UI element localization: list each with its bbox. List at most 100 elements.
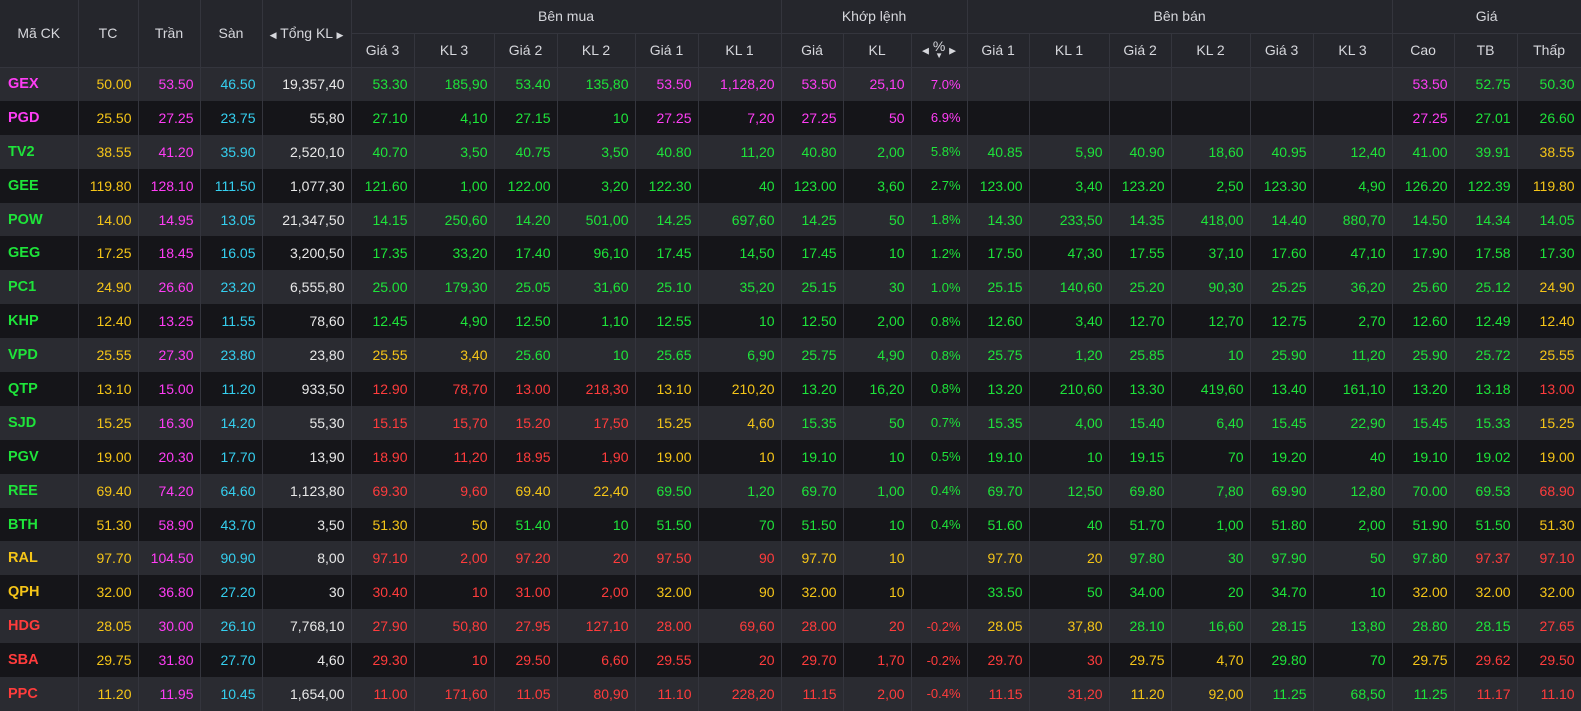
arrow-right-icon[interactable]: ▶	[949, 46, 956, 56]
col-sell-kl3[interactable]: KL 3	[1313, 33, 1393, 68]
symbol-cell[interactable]: QPH	[0, 575, 79, 610]
col-sell-gia1[interactable]: Giá 1	[967, 33, 1030, 68]
avg-price-cell: 52.75	[1454, 67, 1518, 101]
col-sell-gia3[interactable]: Giá 3	[1250, 33, 1314, 68]
stock-row[interactable]: RAL 97.70 104.50 90.90 8,00 97.10 2,00 97.20 20 9…	[0, 541, 1581, 576]
ask-price-cell: 13.30	[1109, 372, 1172, 406]
symbol-cell[interactable]: SBA	[0, 643, 79, 678]
symbol-cell[interactable]: TV2	[0, 134, 79, 169]
col-match-gia[interactable]: Giá	[781, 33, 844, 68]
col-buy-kl1[interactable]: KL 1	[698, 33, 782, 68]
stock-row[interactable]: HDG 28.05 30.00 26.10 7,768,10 27.90 50,80 27.9…	[0, 609, 1581, 644]
col-tong-kl[interactable]: ◀ Tổng KL ▶	[262, 0, 352, 68]
symbol-cell[interactable]: PGD	[0, 100, 79, 135]
ask-volume-cell: 37,10	[1171, 236, 1251, 271]
col-price-tb[interactable]: TB	[1454, 33, 1518, 68]
symbol-cell[interactable]: QTP	[0, 372, 79, 406]
match-change-cell: -0.4%	[911, 677, 968, 711]
ask-volume-cell: 20	[1029, 541, 1110, 576]
col-san[interactable]: Sàn	[200, 0, 263, 68]
symbol-cell[interactable]: PC1	[0, 270, 79, 305]
ask-price-cell: 33.50	[967, 575, 1030, 610]
stock-row[interactable]: REE 69.40 74.20 64.60 1,123,80 69.30 9,60 69.40…	[0, 473, 1581, 508]
avg-price-cell: 11.17	[1454, 677, 1518, 711]
total-volume-cell: 7,768,10	[262, 609, 352, 644]
stock-row[interactable]: PGV 19.00 20.30 17.70 13,90 18.90 11,20 18.95 1,…	[0, 439, 1581, 474]
col-sell-gia2[interactable]: Giá 2	[1109, 33, 1172, 68]
bid-volume-cell: 10	[557, 100, 636, 135]
ask-price-cell: 123.30	[1250, 168, 1314, 203]
col-match-kl[interactable]: KL	[843, 33, 912, 68]
col-price-thap[interactable]: Thấp	[1517, 33, 1581, 68]
col-price-cao[interactable]: Cao	[1392, 33, 1455, 68]
symbol-cell[interactable]: GEX	[0, 67, 79, 101]
symbol-cell[interactable]: BTH	[0, 507, 79, 542]
low-price-cell: 119.80	[1517, 168, 1581, 203]
bid-price-cell: 32.00	[635, 575, 699, 610]
stock-row[interactable]: VPD 25.55 27.30 23.80 23,80 25.55 3,40 25.60 10 2…	[0, 338, 1581, 373]
stock-row[interactable]: KHP 12.40 13.25 11.55 78,60 12.45 4,90 12.50 1,1…	[0, 304, 1581, 339]
stock-row[interactable]: QTP 13.10 15.00 11.20 933,50 12.90 78,70 13.00 2…	[0, 372, 1581, 406]
ref-price-cell: 25.55	[78, 338, 139, 373]
col-buy-gia3[interactable]: Giá 3	[351, 33, 415, 68]
col-buy-kl3[interactable]: KL 3	[414, 33, 495, 68]
col-tran[interactable]: Trần	[138, 0, 201, 68]
col-buy-kl2[interactable]: KL 2	[557, 33, 636, 68]
symbol-cell[interactable]: PPC	[0, 677, 79, 711]
stock-row[interactable]: TV2 38.55 41.20 35.90 2,520,10 40.70 3,50 40.75…	[0, 134, 1581, 169]
bid-volume-cell: 1,00	[414, 168, 495, 203]
ceiling-price-cell: 27.30	[138, 338, 201, 373]
col-buy-gia2[interactable]: Giá 2	[494, 33, 558, 68]
col-sell-kl2[interactable]: KL 2	[1171, 33, 1251, 68]
symbol-cell[interactable]: PGV	[0, 439, 79, 474]
stock-row[interactable]: PC1 24.90 26.60 23.20 6,555,80 25.00 179,30 25.…	[0, 270, 1581, 305]
stock-row[interactable]: SJD 15.25 16.30 14.20 55,30 15.15 15,70 15.20 17…	[0, 405, 1581, 440]
symbol-cell[interactable]: KHP	[0, 304, 79, 339]
stock-row[interactable]: BTH 51.30 58.90 43.70 3,50 51.30 50 51.40 10 51.5…	[0, 507, 1581, 542]
total-volume-cell: 55,30	[262, 405, 352, 440]
symbol-cell[interactable]: SJD	[0, 405, 79, 440]
floor-price-cell: 35.90	[200, 134, 263, 169]
stock-row[interactable]: PPC 11.20 11.95 10.45 1,654,00 11.00 171,60 11.…	[0, 677, 1581, 711]
stock-row[interactable]: SBA 29.75 31.80 27.70 4,60 29.30 10 29.50 6,60 29…	[0, 643, 1581, 678]
group-label: Khớp lệnh	[841, 8, 907, 25]
arrow-left-icon[interactable]: ◀	[922, 46, 929, 56]
ask-volume-cell: 90,30	[1171, 270, 1251, 305]
ask-price-cell: 11.20	[1109, 677, 1172, 711]
symbol-cell[interactable]: RAL	[0, 541, 79, 576]
symbol-cell[interactable]: HDG	[0, 609, 79, 644]
high-price-cell: 97.80	[1392, 541, 1455, 576]
col-match-pct[interactable]: ◀ % ▼ ▶	[911, 33, 968, 68]
col-buy-gia1[interactable]: Giá 1	[635, 33, 699, 68]
symbol-cell[interactable]: GEG	[0, 236, 79, 271]
symbol-cell[interactable]: VPD	[0, 338, 79, 373]
symbol-cell[interactable]: POW	[0, 202, 79, 237]
col-ma-ck[interactable]: Mã CK	[0, 0, 79, 68]
stock-row[interactable]: GEX 50.00 53.50 46.50 19,357,40 53.30 185,90 53…	[0, 67, 1581, 101]
col-label: Tổng KL	[280, 25, 333, 42]
ref-price-cell: 17.25	[78, 236, 139, 271]
group-label: Bên mua	[538, 8, 595, 25]
arrow-right-icon[interactable]: ▶	[336, 30, 343, 40]
ask-volume-cell: 70	[1313, 643, 1393, 678]
symbol-cell[interactable]: REE	[0, 473, 79, 508]
stock-row[interactable]: POW 14.00 14.95 13.05 21,347,50 14.15 250,60 14…	[0, 202, 1581, 237]
ask-price-cell: 19.10	[967, 439, 1030, 474]
col-tc[interactable]: TC	[78, 0, 139, 68]
bid-volume-cell: 185,90	[414, 67, 495, 101]
ask-price-cell: 28.10	[1109, 609, 1172, 644]
bid-volume-cell: 10	[698, 304, 782, 339]
col-sell-kl1[interactable]: KL 1	[1029, 33, 1110, 68]
stock-row[interactable]: GEG 17.25 18.45 16.05 3,200,50 17.35 33,20 17.4…	[0, 236, 1581, 271]
arrow-left-icon[interactable]: ◀	[270, 30, 277, 40]
bid-volume-cell: 70	[698, 507, 782, 542]
stock-row[interactable]: QPH 32.00 36.80 27.20 30 30.40 10 31.00 2,00 32.0…	[0, 575, 1581, 610]
price-board: Mã CK TC Trần Sàn ◀ Tổng KL ▶ Bên mua Kh…	[0, 0, 1581, 711]
bid-volume-cell: 4,60	[698, 405, 782, 440]
total-volume-cell: 1,123,80	[262, 473, 352, 508]
ask-volume-cell: 419,60	[1171, 372, 1251, 406]
stock-row[interactable]: PGD 25.50 27.25 23.75 55,80 27.10 4,10 27.15 10 2…	[0, 100, 1581, 135]
symbol-cell[interactable]: GEE	[0, 168, 79, 203]
floor-price-cell: 13.05	[200, 202, 263, 237]
stock-row[interactable]: GEE 119.80 128.10 111.50 1,077,30 121.60 1,00 1…	[0, 168, 1581, 203]
